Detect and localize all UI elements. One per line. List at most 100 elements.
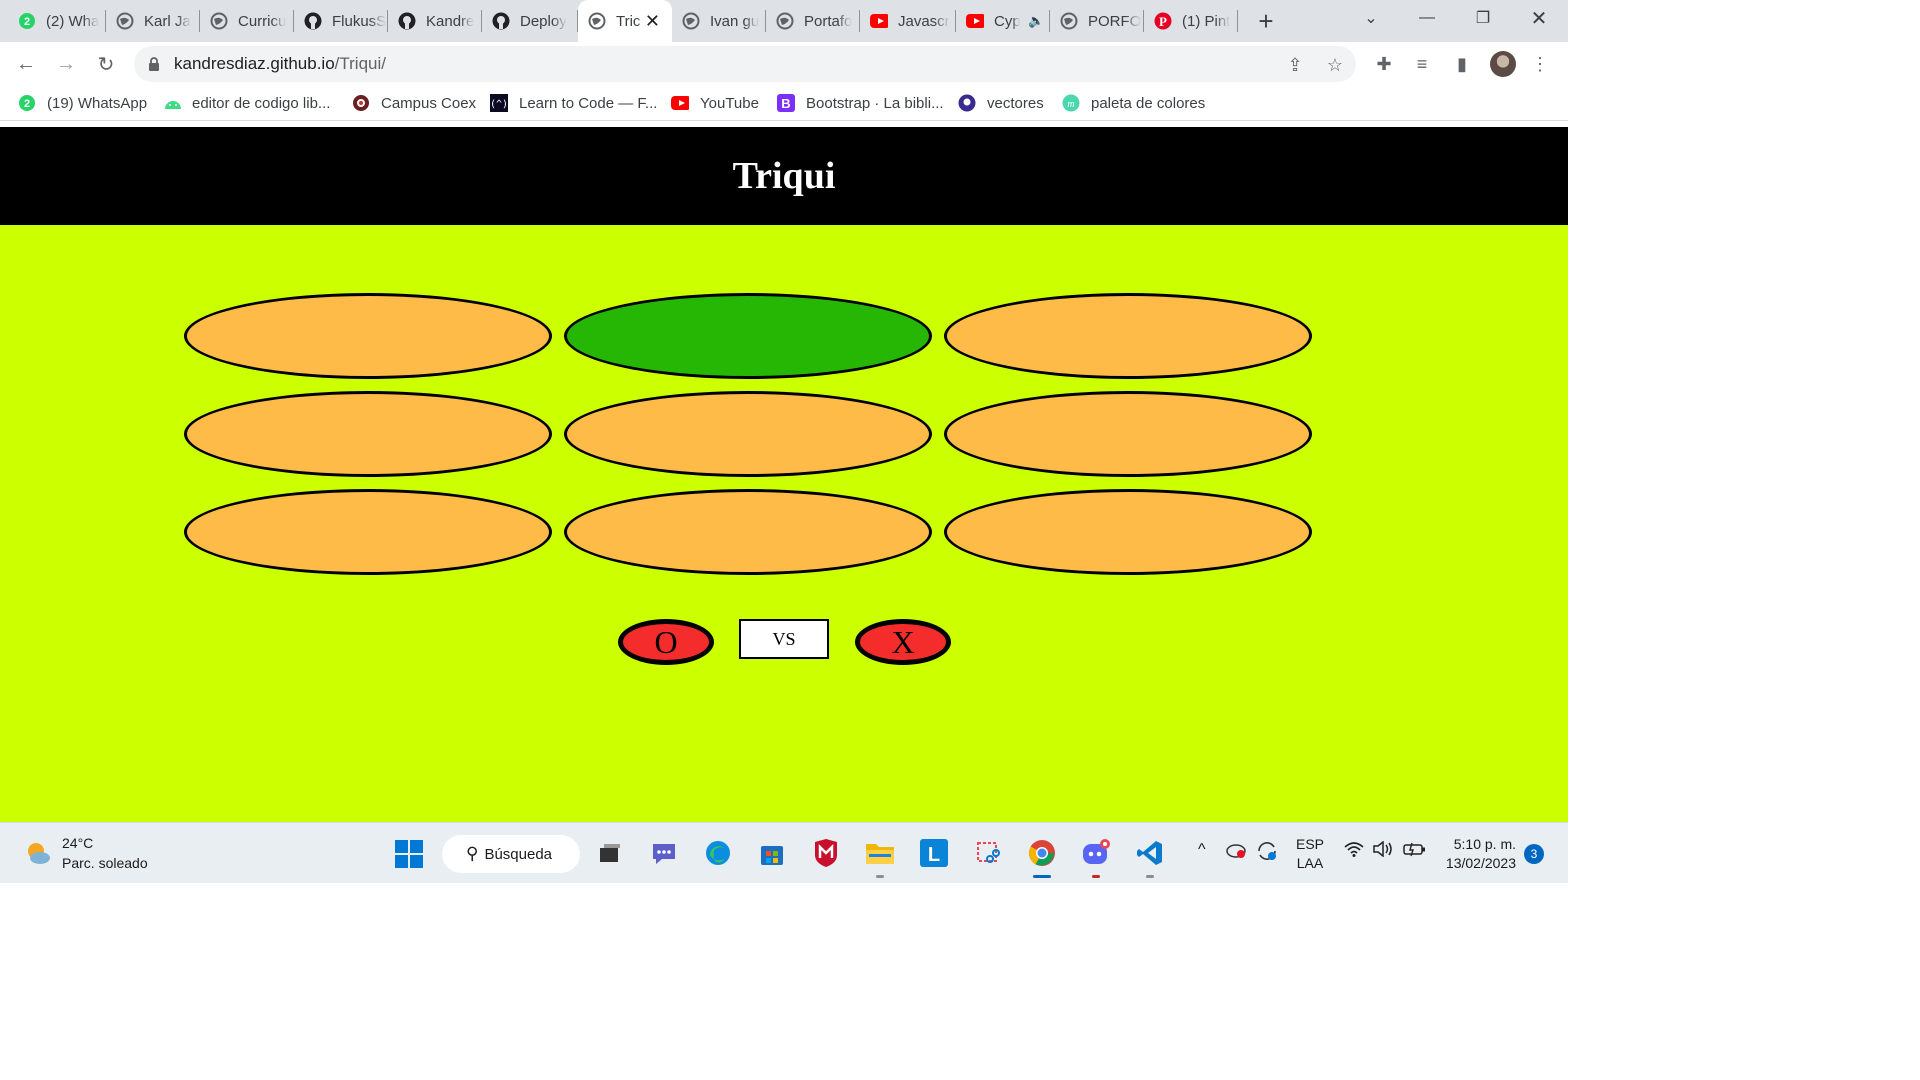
menu-icon[interactable]: ⋮ — [1528, 52, 1552, 76]
youtube-icon — [966, 12, 984, 30]
lock-icon[interactable] — [148, 57, 160, 77]
chrome-icon[interactable] — [1018, 829, 1066, 878]
tab-karl[interactable]: Karl Ja — [106, 0, 200, 42]
board-cell-1[interactable] — [184, 293, 552, 379]
vscode-icon[interactable] — [1134, 837, 1166, 878]
svg-text:(^): (^) — [490, 99, 508, 110]
bookmark-freecodecamp[interactable]: (^) Learn to Code — F... — [490, 92, 657, 114]
board-cell-2[interactable] — [564, 293, 932, 379]
bookmark-vectores[interactable]: vectores — [958, 92, 1044, 114]
audio-playing-icon[interactable]: 🔈 — [1028, 13, 1044, 29]
wifi-icon[interactable] — [1344, 841, 1364, 862]
bookmark-editor[interactable]: editor de codigo lib... — [163, 92, 330, 114]
tab-deploy[interactable]: Deploy — [482, 0, 578, 42]
sync-icon[interactable] — [1256, 841, 1278, 866]
bookmark-youtube[interactable]: YouTube — [671, 92, 759, 114]
tab-whatsapp[interactable]: 2 (2) Wha — [8, 0, 106, 42]
tab-title: Deploy — [520, 12, 567, 30]
bookmark-paleta[interactable]: m paleta de colores — [1062, 92, 1205, 114]
tab-triqui[interactable]: Tric ✕ — [578, 0, 672, 42]
tab-title: FlukusS — [332, 12, 387, 30]
snipping-tool-icon[interactable] — [972, 837, 1004, 869]
player-x-badge: X — [855, 619, 951, 665]
whatsapp-icon: 2 — [18, 12, 36, 30]
tab-title: Curricu — [238, 12, 287, 30]
media-control-icon[interactable]: ≡ — [1410, 52, 1434, 76]
side-panel-icon[interactable]: ▮ — [1450, 52, 1474, 76]
notification-badge[interactable]: 3 — [1524, 844, 1544, 864]
battery-icon[interactable] — [1403, 841, 1427, 862]
tab-curriculum[interactable]: Curricu — [200, 0, 294, 42]
bookmark-whatsapp[interactable]: 2 (19) WhatsApp — [18, 92, 147, 114]
microsoft-store-icon[interactable] — [756, 837, 788, 869]
svg-text:P: P — [1159, 14, 1167, 29]
weather-temperature[interactable]: 24°C — [62, 835, 93, 851]
board-cell-3[interactable] — [944, 293, 1312, 379]
search-icon: ⚲ — [466, 844, 479, 863]
back-button[interactable]: ← — [12, 50, 40, 78]
tab-kandre[interactable]: Kandre — [388, 0, 482, 42]
pinterest-icon: P — [1154, 12, 1172, 30]
close-window-button[interactable]: ✕ — [1516, 0, 1562, 36]
tab-portafolio[interactable]: Portafo — [766, 0, 860, 42]
freecodecamp-icon: (^) — [490, 94, 508, 112]
tab-title: Portafo — [804, 12, 853, 30]
tab-title: Cyp — [994, 12, 1020, 30]
board-cell-6[interactable] — [944, 391, 1312, 477]
edge-icon[interactable] — [702, 837, 734, 869]
board-cell-5[interactable] — [564, 391, 932, 477]
reload-button[interactable]: ↻ — [92, 50, 120, 78]
board-cell-9[interactable] — [944, 489, 1312, 575]
discord-icon[interactable] — [1080, 837, 1112, 878]
volume-icon[interactable] — [1372, 840, 1394, 862]
weather-icon[interactable] — [24, 839, 52, 867]
system-clock[interactable]: 5:10 p. m. 13/02/2023 — [1436, 835, 1516, 873]
campus-coex-icon — [352, 94, 370, 112]
chevron-up-icon[interactable]: ^ — [1198, 841, 1206, 859]
whatsapp-icon: 2 — [18, 94, 36, 112]
windows-start-icon[interactable] — [394, 839, 424, 869]
tab-title: Ivan gu — [710, 12, 760, 30]
forward-button[interactable]: → — [52, 50, 80, 78]
palette-icon: m — [1062, 94, 1080, 112]
vectores-icon — [958, 94, 976, 112]
url-text[interactable]: kandresdiaz.github.io/Triqui/ — [174, 54, 386, 74]
mcafee-icon[interactable] — [810, 837, 842, 869]
tab-pinterest[interactable]: P (1) Pint — [1144, 0, 1238, 42]
tab-flukus[interactable]: FlukusS — [294, 0, 388, 42]
weather-description[interactable]: Parc. soleado — [62, 855, 148, 871]
teams-chat-icon[interactable] — [648, 837, 680, 869]
tab-porfolio[interactable]: PORFO — [1050, 0, 1144, 42]
task-view-icon[interactable] — [594, 837, 626, 869]
l-app-icon[interactable]: L — [918, 837, 950, 869]
restore-button[interactable]: ❐ — [1460, 0, 1506, 36]
globe-icon — [116, 12, 134, 30]
share-icon[interactable]: ⇪ — [1284, 54, 1306, 76]
bookmark-star-icon[interactable]: ☆ — [1324, 54, 1346, 76]
tab-ivan[interactable]: Ivan gu — [672, 0, 766, 42]
board-cell-7[interactable] — [184, 489, 552, 575]
tab-search-icon[interactable]: ⌄ — [1348, 0, 1394, 36]
tab-strip: 2 (2) Wha Karl Ja Curricu FlukusS Kandre… — [0, 0, 1568, 42]
svg-text:2: 2 — [24, 98, 30, 110]
input-language[interactable]: ESP LAA — [1296, 835, 1324, 873]
extensions-icon[interactable]: ✚ — [1372, 52, 1396, 76]
bookmark-bootstrap[interactable]: B Bootstrap · La bibli... — [777, 92, 944, 114]
tab-javascript[interactable]: Javascr — [860, 0, 956, 42]
onedrive-icon[interactable] — [1226, 841, 1248, 864]
minimize-button[interactable]: — — [1404, 0, 1450, 36]
globe-icon — [588, 12, 606, 30]
board-cell-4[interactable] — [184, 391, 552, 477]
new-tab-button[interactable]: + — [1253, 6, 1279, 36]
tab-title: Javascr — [898, 12, 950, 30]
file-explorer-icon[interactable] — [864, 837, 896, 878]
svg-text:L: L — [928, 844, 940, 866]
bookmark-campus-coex[interactable]: Campus Coex — [352, 92, 476, 114]
address-bar[interactable]: kandresdiaz.github.io/Triqui/ ⇪ ☆ — [134, 46, 1356, 82]
svg-text:m: m — [1067, 99, 1074, 110]
taskbar-search[interactable]: ⚲ Búsqueda — [442, 835, 580, 873]
close-tab-icon[interactable]: ✕ — [645, 11, 660, 32]
tab-cypress[interactable]: Cyp 🔈 — [956, 0, 1050, 42]
board-cell-8[interactable] — [564, 489, 932, 575]
avatar[interactable] — [1490, 51, 1516, 77]
